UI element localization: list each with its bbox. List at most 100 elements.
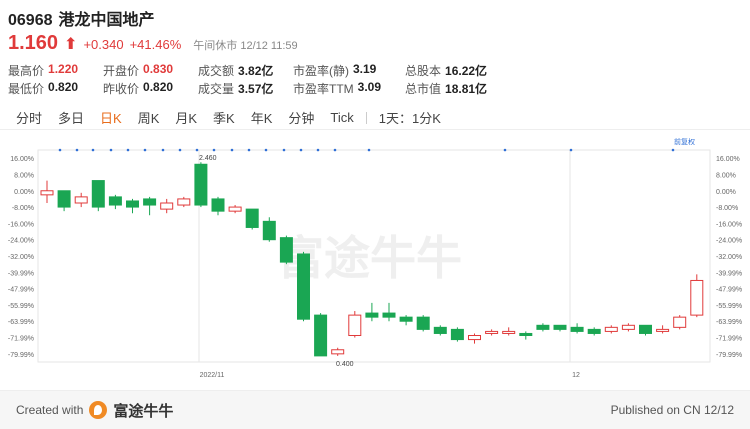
stat-value: 1.220 (48, 61, 79, 76)
y-tick-label-left: -39.99% (8, 270, 34, 277)
stock-title: 06968 港龙中国地产 (8, 6, 155, 30)
stats-panel: 最高价 1.220 开盘价 0.830 成交额 3.82亿 市盈率(静) 3.19 总股本 16.… (8, 61, 505, 97)
event-marker (671, 148, 675, 152)
event-marker (109, 148, 113, 152)
candle-body (57, 190, 71, 208)
tab-年K[interactable]: 年K (243, 108, 281, 127)
y-tick-label-right: -24.00% (716, 238, 742, 245)
event-marker (230, 148, 234, 152)
candle-body (74, 196, 88, 204)
stat-label: 最高价 (8, 63, 45, 78)
event-marker (91, 148, 95, 152)
stat-value: 18.81亿 (445, 81, 488, 96)
y-tick-label-left: -71.99% (8, 336, 34, 343)
stock-code: 06968 (8, 12, 53, 29)
y-tick-label-left: -55.99% (8, 303, 34, 310)
y-tick-label-left: -32.00% (8, 254, 34, 261)
stat-label: 市盈率(静) (293, 63, 349, 78)
event-marker (299, 148, 303, 152)
x-tick-label: 2022/11 (200, 372, 225, 379)
candle-body (485, 330, 499, 334)
stat-value: 3.82亿 (238, 63, 274, 78)
y-tick-label-right: -71.99% (716, 336, 742, 343)
event-marker (367, 148, 371, 152)
candle-body (40, 190, 54, 196)
y-tick-label-right: 8.00% (716, 172, 736, 179)
event-marker (264, 148, 268, 152)
event-marker (503, 148, 507, 152)
price-row: 1.160 ⬆ +0.340 +41.46% 午间休市 12/12 11:59 (8, 32, 298, 55)
stat-item: 市盈率(静) 3.19 (293, 62, 405, 79)
candle-body (331, 349, 345, 355)
event-marker (282, 148, 286, 152)
candle-body (433, 326, 447, 334)
candle-body (673, 316, 687, 328)
y-tick-label-right: -63.99% (716, 319, 742, 326)
created-with-label: Created with (16, 403, 84, 417)
high-price-label: 2.460 (199, 155, 217, 162)
stat-label: 昨收价 (103, 81, 140, 96)
event-marker (178, 148, 182, 152)
stock-card: 06968 港龙中国地产 1.160 ⬆ +0.340 +41.46% 午间休市… (0, 0, 750, 429)
y-tick-label-left: -24.00% (8, 238, 34, 245)
candle-body (160, 202, 174, 210)
candle-body (519, 332, 533, 336)
candle-body (656, 328, 670, 332)
x-tick-label: 12 (572, 372, 580, 379)
candle-body (553, 324, 567, 330)
candle-body (416, 316, 430, 330)
event-marker (161, 148, 165, 152)
stat-value: 3.19 (353, 61, 377, 76)
tab-日K[interactable]: 日K (92, 108, 130, 127)
stats-row-2: 最低价 0.820 昨收价 0.820 成交量 3.57亿 市盈率TTM 3.09 总市值 18.… (8, 79, 505, 97)
candle-body (348, 314, 362, 337)
event-marker (75, 148, 79, 152)
tab-季K[interactable]: 季K (205, 108, 243, 127)
stat-value: 16.22亿 (445, 63, 488, 78)
event-marker (126, 148, 130, 152)
y-tick-label-right: -39.99% (716, 270, 742, 277)
candle-body (245, 208, 259, 228)
event-marker (195, 148, 199, 152)
stats-row-1: 最高价 1.220 开盘价 0.830 成交额 3.82亿 市盈率(静) 3.19 总股本 16.… (8, 61, 505, 79)
stat-item: 开盘价 0.830 (103, 62, 198, 79)
stat-item: 最低价 0.820 (8, 80, 103, 97)
candle-body (690, 279, 704, 316)
event-marker (247, 148, 251, 152)
y-tick-label-right: 0.00% (716, 189, 736, 196)
stat-item: 昨收价 0.820 (103, 80, 198, 97)
tab-分钟[interactable]: 分钟 (280, 108, 322, 127)
y-tick-label-left: -8.00% (12, 205, 34, 212)
tab-月K[interactable]: 月K (167, 108, 205, 127)
tab-多日[interactable]: 多日 (50, 108, 92, 127)
stat-label: 总股本 (405, 63, 442, 78)
candle-body (228, 206, 242, 212)
y-tick-label-left: 0.00% (14, 189, 34, 196)
kline-chart-svg: 富途牛牛16.00% 16.00%8.00% 8.00%0.00% 0.00%-8.0… (8, 137, 742, 379)
y-tick-label-right: -79.99% (716, 352, 742, 359)
up-arrow-icon: ⬆ (64, 36, 78, 53)
event-marker (333, 148, 337, 152)
y-tick-label-right: -47.99% (716, 287, 742, 294)
low-price-label: 0.400 (336, 361, 354, 368)
footer: Created with 富途牛牛 Published on CN 12/12 (0, 390, 750, 429)
brand-name: 富途牛牛 (113, 402, 174, 420)
created-with: Created with 富途牛牛 (16, 400, 173, 421)
event-marker (569, 148, 573, 152)
y-tick-label-left: 8.00% (14, 172, 34, 179)
candle-body (314, 314, 328, 357)
y-tick-label-left: -47.99% (8, 287, 34, 294)
last-price: 1.160 (8, 32, 59, 54)
price-change: +0.340 (83, 37, 124, 52)
tab-分时[interactable]: 分时 (8, 108, 50, 127)
tab-Tick[interactable]: Tick (322, 110, 361, 125)
candle-body (604, 326, 618, 332)
stat-label: 成交额 (198, 63, 235, 78)
candle-body (177, 198, 191, 206)
candle-body (639, 324, 652, 334)
tab-周K[interactable]: 周K (130, 108, 168, 127)
candle-body (365, 312, 379, 318)
stat-label: 开盘价 (103, 63, 140, 78)
kline-chart: 富途牛牛 16.00% 16.00% 8.00% 8.00% 0.00% 0.00% -8.0… (0, 132, 750, 390)
tab-interval-select[interactable]: 1天：1分K (371, 108, 449, 127)
